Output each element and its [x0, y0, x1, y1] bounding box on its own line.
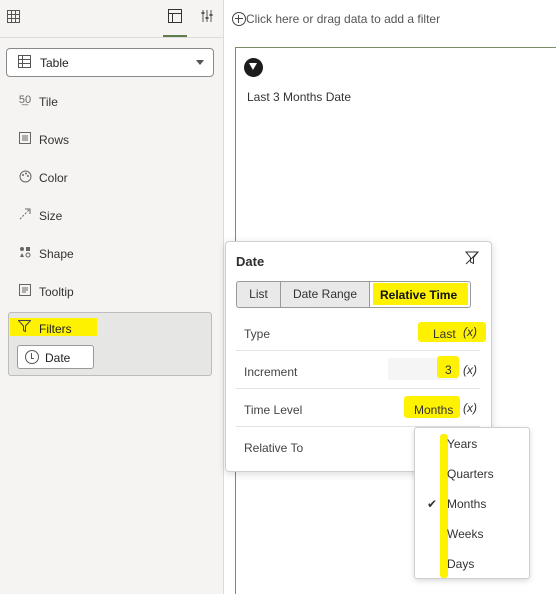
- tab-list[interactable]: List: [236, 281, 281, 308]
- chevron-down-icon: [196, 60, 204, 65]
- shelf-size[interactable]: Size: [10, 205, 210, 227]
- option-quarters[interactable]: Quarters: [447, 467, 494, 481]
- date-filter-pill[interactable]: Date: [17, 345, 94, 369]
- grid-icon[interactable]: [7, 10, 20, 27]
- popup-title: Date: [236, 254, 265, 269]
- time-level-expression-icon[interactable]: (x): [463, 401, 477, 415]
- shelf-tooltip[interactable]: Tooltip: [10, 281, 210, 303]
- viz-type-selector[interactable]: Table: [6, 48, 214, 77]
- filter-bar-placeholder: Click here or drag data to add a filter: [246, 12, 441, 26]
- time-level-value[interactable]: Months: [414, 403, 453, 417]
- shelf-label: Size: [39, 209, 63, 223]
- increment-value[interactable]: 3: [445, 363, 452, 377]
- add-circle-icon: [232, 12, 246, 26]
- tab-relative-time-label: Relative Time: [380, 288, 458, 302]
- layout-icon[interactable]: [168, 9, 182, 27]
- shelf-rows[interactable]: Rows: [10, 129, 210, 151]
- toolbar-divider: [0, 37, 224, 38]
- type-value[interactable]: Last: [433, 327, 456, 341]
- size-icon: [17, 208, 33, 223]
- clock-icon: [25, 350, 39, 364]
- sliders-icon[interactable]: [200, 9, 214, 27]
- viz-type-label: Table: [40, 56, 69, 70]
- time-level-label: Time Level: [244, 403, 303, 417]
- increment-expression-icon[interactable]: (x): [463, 363, 477, 377]
- increment-label: Increment: [244, 365, 298, 379]
- funnel-icon: [17, 320, 32, 335]
- date-pill-label: Date: [45, 351, 71, 365]
- tile-icon: 5̲0: [18, 94, 32, 106]
- option-years[interactable]: Years: [447, 437, 477, 451]
- shelf-label: Rows: [39, 133, 70, 147]
- check-icon: ✔: [427, 497, 438, 511]
- table-icon: [18, 55, 31, 71]
- filters-label: Filters: [39, 322, 72, 336]
- rows-icon: [17, 132, 33, 147]
- canvas-filter-title: Last 3 Months Date: [247, 90, 352, 104]
- shelf-label: Color: [39, 171, 68, 185]
- option-weeks[interactable]: Weeks: [447, 527, 483, 541]
- shelf-tile[interactable]: 5̲0 Tile: [10, 91, 210, 113]
- shelf-label: Shape: [39, 247, 74, 261]
- tooltip-icon: [17, 284, 33, 299]
- shelf-label: Tile: [39, 95, 58, 109]
- relative-to-label: Relative To: [244, 441, 304, 455]
- row-divider: [236, 350, 480, 351]
- clear-filter-icon[interactable]: [464, 251, 480, 268]
- option-months[interactable]: Months: [447, 497, 486, 511]
- filter-bar[interactable]: Click here or drag data to add a filter: [225, 0, 556, 38]
- row-divider: [236, 388, 480, 389]
- option-days[interactable]: Days: [447, 557, 474, 571]
- shelf-label: Tooltip: [39, 285, 74, 299]
- shape-icon: [17, 246, 33, 261]
- shelf-color[interactable]: Color: [10, 167, 210, 189]
- type-expression-icon[interactable]: (x): [463, 325, 477, 339]
- tab-date-range[interactable]: Date Range: [280, 281, 370, 308]
- type-label: Type: [244, 327, 271, 341]
- palette-icon: [17, 170, 33, 186]
- shelf-shape[interactable]: Shape: [10, 243, 210, 265]
- filter-badge-icon[interactable]: [244, 58, 263, 77]
